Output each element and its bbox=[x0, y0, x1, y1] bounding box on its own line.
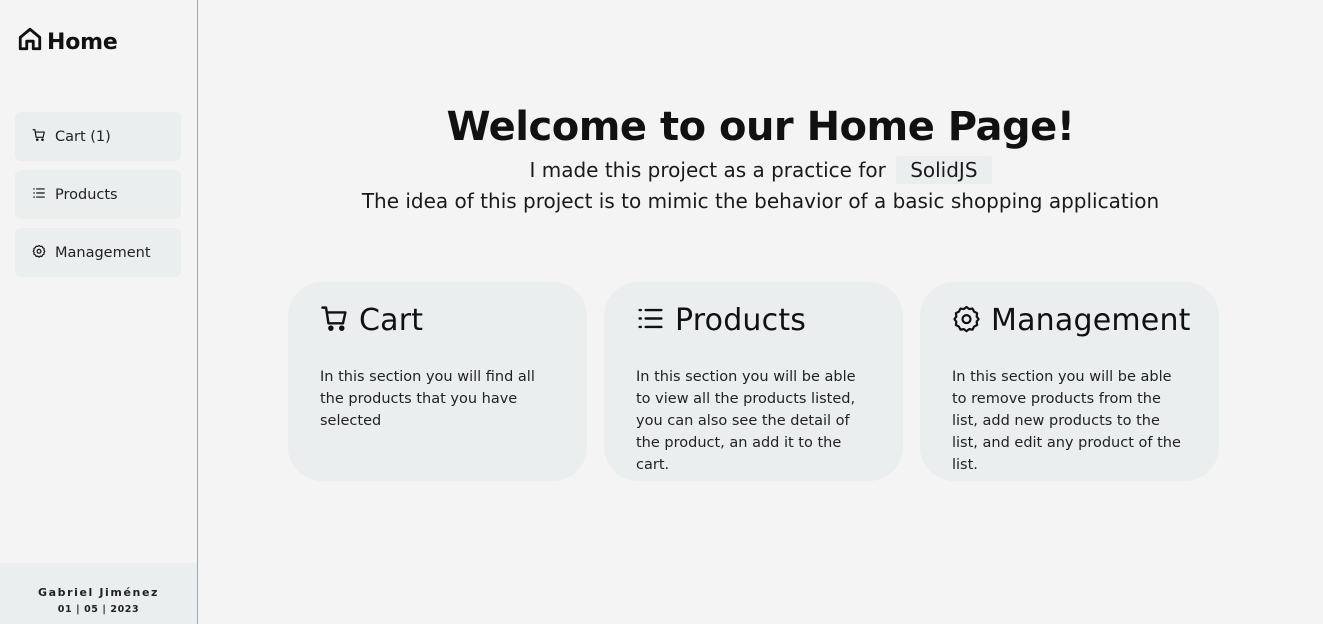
hero-subtitle: I made this project as a practice for So… bbox=[198, 156, 1323, 184]
card-header: Products bbox=[636, 302, 871, 338]
card-description: In this section you will be able to remo… bbox=[952, 369, 1181, 473]
home-icon bbox=[17, 26, 43, 58]
card-title: Cart bbox=[359, 302, 424, 338]
card-products[interactable]: Products In this section you will be abl… bbox=[604, 282, 903, 481]
sidebar: Home Cart (1) Products Management Gabrie… bbox=[0, 0, 198, 624]
cart-icon bbox=[32, 128, 46, 146]
main-content: Welcome to our Home Page! I made this pr… bbox=[198, 0, 1323, 624]
brand-label: Home bbox=[47, 29, 118, 55]
card-title: Management bbox=[991, 302, 1191, 338]
sidebar-item-label: Products bbox=[55, 186, 118, 203]
footer-date: 01 | 05 | 2023 bbox=[57, 604, 140, 615]
sidebar-item-label: Cart (1) bbox=[55, 128, 111, 145]
card-title: Products bbox=[675, 302, 807, 338]
sidebar-item-management[interactable]: Management bbox=[15, 228, 181, 277]
hero-description: The idea of this project is to mimic the… bbox=[361, 189, 1160, 213]
card-description: In this section you will be able to view… bbox=[636, 369, 856, 473]
card-management[interactable]: Management In this section you will be a… bbox=[920, 282, 1219, 481]
card-description: In this section you will find all the pr… bbox=[320, 369, 535, 429]
gear-icon bbox=[32, 244, 46, 262]
sidebar-item-cart[interactable]: Cart (1) bbox=[15, 112, 181, 161]
sidebar-footer: Gabriel Jiménez 01 | 05 | 2023 bbox=[0, 563, 197, 624]
page-title: Welcome to our Home Page! bbox=[446, 104, 1075, 150]
cart-icon bbox=[320, 304, 349, 337]
brand-home-link[interactable]: Home bbox=[17, 26, 118, 58]
app-root: Home Cart (1) Products Management Gabrie… bbox=[0, 0, 1323, 624]
gear-icon bbox=[952, 304, 981, 337]
feature-cards: Cart In this section you will find all t… bbox=[288, 282, 1219, 481]
hero-subtitle-text: I made this project as a practice for bbox=[529, 158, 886, 182]
sidebar-nav: Cart (1) Products Management bbox=[15, 112, 181, 286]
list-icon bbox=[32, 186, 46, 204]
sidebar-item-label: Management bbox=[55, 244, 151, 261]
list-icon bbox=[636, 304, 665, 337]
card-header: Cart bbox=[320, 302, 555, 338]
card-header: Management bbox=[952, 302, 1190, 338]
sidebar-item-products[interactable]: Products bbox=[15, 170, 181, 219]
card-cart[interactable]: Cart In this section you will find all t… bbox=[288, 282, 587, 481]
tech-chip: SolidJS bbox=[896, 156, 992, 184]
author-name: Gabriel Jiménez bbox=[37, 586, 160, 599]
